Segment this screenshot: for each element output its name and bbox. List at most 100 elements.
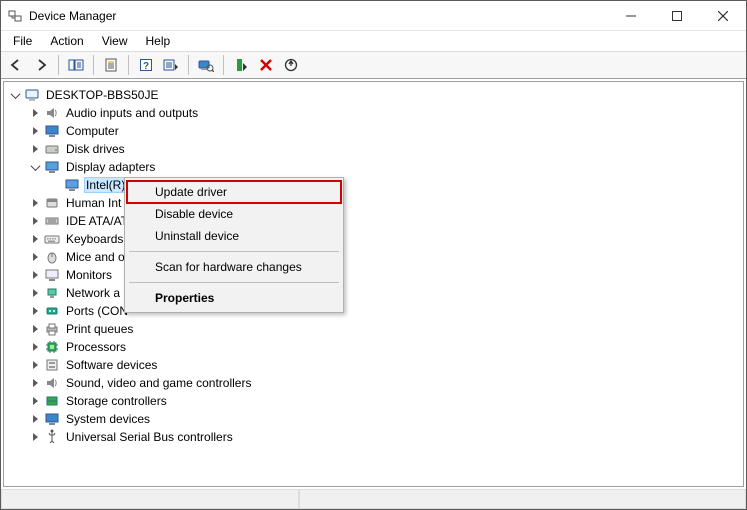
tree-node-label: Universal Serial Bus controllers xyxy=(64,430,235,444)
keyboard-icon xyxy=(44,231,60,247)
chevron-right-icon[interactable] xyxy=(28,232,42,246)
chevron-right-icon[interactable] xyxy=(28,106,42,120)
tree-node-network[interactable]: Network a xyxy=(6,284,741,302)
tree-node-mice[interactable]: Mice and o xyxy=(6,248,741,266)
tree-node-ports[interactable]: Ports (CON xyxy=(6,302,741,320)
tree-node-storage[interactable]: Storage controllers xyxy=(6,392,741,410)
chevron-right-icon[interactable] xyxy=(28,394,42,408)
toolbar-separator xyxy=(188,55,189,75)
tree-node-software[interactable]: Software devices xyxy=(6,356,741,374)
speaker-icon xyxy=(44,375,60,391)
monitor-icon xyxy=(44,123,60,139)
display-adapter-icon xyxy=(44,159,60,175)
chevron-right-icon[interactable] xyxy=(28,412,42,426)
window-controls xyxy=(608,1,746,31)
tree-node-audio[interactable]: Audio inputs and outputs xyxy=(6,104,741,122)
monitor-icon xyxy=(44,267,60,283)
chevron-right-icon[interactable] xyxy=(28,124,42,138)
tree-root[interactable]: DESKTOP-BBS50JE xyxy=(6,86,741,104)
tree-node-sound[interactable]: Sound, video and game controllers xyxy=(6,374,741,392)
toolbar: ? xyxy=(1,51,746,79)
chevron-right-icon[interactable] xyxy=(28,268,42,282)
cpu-icon xyxy=(44,339,60,355)
tree-node-system[interactable]: System devices xyxy=(6,410,741,428)
chevron-right-icon[interactable] xyxy=(28,304,42,318)
action-button[interactable] xyxy=(160,54,182,76)
status-bar xyxy=(1,489,746,509)
tree-node-ide[interactable]: IDE ATA/AT xyxy=(6,212,741,230)
expander-placeholder xyxy=(48,178,62,192)
display-adapter-icon xyxy=(64,177,80,193)
tree-node-usb[interactable]: Universal Serial Bus controllers xyxy=(6,428,741,446)
tree-node-monitors[interactable]: Monitors xyxy=(6,266,741,284)
tree-root-label: DESKTOP-BBS50JE xyxy=(44,88,161,102)
tree-node-label: IDE ATA/AT xyxy=(64,214,130,228)
tree-node-processors[interactable]: Processors xyxy=(6,338,741,356)
disk-icon xyxy=(44,141,60,157)
back-button[interactable] xyxy=(5,54,27,76)
close-button[interactable] xyxy=(700,1,746,31)
tree-node-keyboards[interactable]: Keyboards xyxy=(6,230,741,248)
chevron-right-icon[interactable] xyxy=(28,322,42,336)
enable-device-button[interactable] xyxy=(230,54,252,76)
minimize-button[interactable] xyxy=(608,1,654,31)
tree-node-printq[interactable]: Print queues xyxy=(6,320,741,338)
help-button[interactable]: ? xyxy=(135,54,157,76)
system-icon xyxy=(44,411,60,427)
chevron-right-icon[interactable] xyxy=(28,340,42,354)
tree-node-label: Disk drives xyxy=(64,142,127,156)
tree-node-label: Keyboards xyxy=(64,232,125,246)
tree-node-label: Computer xyxy=(64,124,121,138)
ctx-scan-hardware[interactable]: Scan for hardware changes xyxy=(127,256,341,278)
chevron-down-icon[interactable] xyxy=(8,88,22,102)
tree-node-label: Mice and o xyxy=(64,250,127,264)
ctx-uninstall-device[interactable]: Uninstall device xyxy=(127,225,341,247)
chevron-right-icon[interactable] xyxy=(28,250,42,264)
tree-node-label: Ports (CON xyxy=(64,304,130,318)
tree-node-label: Software devices xyxy=(64,358,159,372)
ctx-separator xyxy=(129,282,339,283)
chevron-right-icon[interactable] xyxy=(28,142,42,156)
tree-node-hid[interactable]: Human Int xyxy=(6,194,741,212)
tree-node-label: Print queues xyxy=(64,322,135,336)
chevron-right-icon[interactable] xyxy=(28,286,42,300)
chevron-right-icon[interactable] xyxy=(28,358,42,372)
svg-text:?: ? xyxy=(143,61,149,72)
ctx-disable-device[interactable]: Disable device xyxy=(127,203,341,225)
show-hide-tree-button[interactable] xyxy=(65,54,87,76)
menu-view[interactable]: View xyxy=(94,33,136,49)
chevron-right-icon[interactable] xyxy=(28,430,42,444)
tree-node-disk[interactable]: Disk drives xyxy=(6,140,741,158)
chevron-right-icon[interactable] xyxy=(28,376,42,390)
menu-file[interactable]: File xyxy=(5,33,40,49)
device-tree[interactable]: DESKTOP-BBS50JE Audio inputs and outputs… xyxy=(4,82,743,486)
menu-help[interactable]: Help xyxy=(138,33,179,49)
disable-device-button[interactable] xyxy=(255,54,277,76)
chevron-down-icon[interactable] xyxy=(28,160,42,174)
network-icon xyxy=(44,285,60,301)
tree-node-computer[interactable]: Computer xyxy=(6,122,741,140)
device-manager-window: Device Manager File Action View Help xyxy=(0,0,747,510)
update-driver-button[interactable] xyxy=(280,54,302,76)
scan-hardware-button[interactable] xyxy=(195,54,217,76)
chevron-right-icon[interactable] xyxy=(28,214,42,228)
tree-node-label: Sound, video and game controllers xyxy=(64,376,253,390)
forward-button[interactable] xyxy=(30,54,52,76)
menu-action[interactable]: Action xyxy=(42,33,91,49)
port-icon xyxy=(44,303,60,319)
maximize-button[interactable] xyxy=(654,1,700,31)
toolbar-separator xyxy=(223,55,224,75)
ide-icon xyxy=(44,213,60,229)
properties-button[interactable] xyxy=(100,54,122,76)
tree-node-label: Audio inputs and outputs xyxy=(64,106,200,120)
ctx-properties[interactable]: Properties xyxy=(127,287,341,309)
software-icon xyxy=(44,357,60,373)
chevron-right-icon[interactable] xyxy=(28,196,42,210)
app-icon xyxy=(7,8,23,24)
tree-node-label: Monitors xyxy=(64,268,114,282)
ctx-separator xyxy=(129,251,339,252)
tree-node-intel-hd-graphics[interactable]: Intel(R) HD Graphics 4600 xyxy=(6,176,741,194)
tree-node-display[interactable]: Display adapters xyxy=(6,158,741,176)
tree-node-label: Display adapters xyxy=(64,160,157,174)
ctx-update-driver[interactable]: Update driver xyxy=(127,181,341,203)
